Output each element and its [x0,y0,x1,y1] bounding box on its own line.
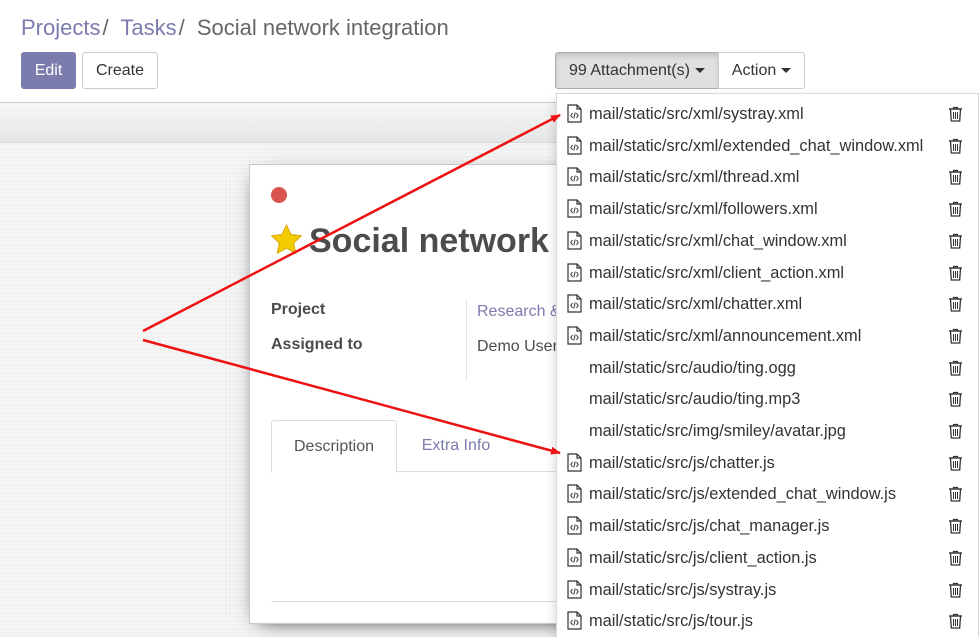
file-code-icon [567,167,582,186]
attachment-item[interactable]: mail/static/src/xml/followers.xml [557,193,978,225]
attachment-name[interactable]: mail/static/src/xml/chat_window.xml [589,230,847,252]
attachment-item[interactable]: mail/static/src/js/chatter.js [557,447,978,479]
attachment-name[interactable]: mail/static/src/audio/ting.mp3 [589,388,800,410]
file-code-icon [567,611,582,630]
breadcrumb-current: Social network integration [196,15,449,40]
trash-icon[interactable] [948,296,963,312]
action-dropdown-button[interactable]: Action [718,52,805,89]
attachment-name[interactable]: mail/static/src/audio/ting.ogg [589,357,796,379]
file-code-icon [567,516,582,535]
tab-description-label: Description [293,437,375,455]
breadcrumb-tasks-link[interactable]: Tasks [120,15,176,40]
attachment-name[interactable]: mail/static/src/xml/announcement.xml [589,325,861,347]
trash-icon[interactable] [948,265,963,281]
tab-extra-info-label: Extra Info [421,437,491,454]
attachment-item[interactable]: mail/static/src/img/smiley/avatar.jpg [557,415,978,447]
trash-icon[interactable] [948,455,963,471]
file-code-icon [567,453,582,472]
file-code-icon [567,199,582,218]
attachment-name[interactable]: mail/static/src/xml/followers.xml [589,198,818,220]
tab-extra-info[interactable]: Extra Info [401,420,511,472]
trash-icon[interactable] [948,613,963,629]
attachment-item[interactable]: mail/static/src/js/tour.js [557,605,978,637]
file-code-icon [567,326,582,345]
create-button-label: Create [95,61,145,79]
file-code-icon [567,484,582,503]
breadcrumb: Projects/ Tasks/ Social network integrat… [21,14,449,42]
trash-icon[interactable] [948,518,963,534]
attachment-item[interactable]: mail/static/src/xml/systray.xml [557,98,978,130]
trash-icon[interactable] [948,169,963,186]
attachment-name[interactable]: mail/static/src/js/systray.js [589,579,776,601]
attachments-dropdown-button[interactable]: 99 Attachment(s) [555,52,719,89]
trash-icon[interactable] [948,201,963,217]
attachment-name[interactable]: mail/static/src/js/tour.js [589,610,753,632]
file-code-icon [567,231,582,250]
trash-icon[interactable] [948,106,963,122]
file-code-icon [567,136,582,155]
trash-icon[interactable] [948,423,963,439]
file-code-icon [567,262,582,282]
attachment-item[interactable]: mail/static/src/xml/chatter.xml [557,288,978,320]
attachment-item[interactable]: mail/static/src/audio/ting.ogg [557,352,978,384]
notebook-tabs: Description Extra Info [271,420,588,473]
description-bottom-divider [271,601,588,602]
star-icon[interactable] [270,223,303,256]
project-value[interactable]: Research & [477,303,561,321]
attachment-name[interactable]: mail/static/src/js/chatter.js [589,452,775,474]
attachment-item[interactable]: mail/static/src/js/chat_manager.js [557,510,978,542]
attachments-dropdown-menu: mail/static/src/xml/systray.xml mail/stat… [556,93,979,637]
attachment-item[interactable]: mail/static/src/xml/extended_chat_window… [557,130,978,162]
attachment-name[interactable]: mail/static/src/js/client_action.js [589,547,817,569]
attachment-item[interactable]: mail/static/src/xml/client_action.xml [557,257,978,289]
file-code-icon [567,294,582,313]
field-divider [466,299,467,381]
caret-down-icon [781,68,792,73]
project-label: Project [271,301,326,318]
attachment-name[interactable]: mail/static/src/xml/client_action.xml [589,262,844,284]
edit-button-label: Edit [34,61,63,79]
trash-icon[interactable] [948,328,963,344]
attachment-name[interactable]: mail/static/src/xml/thread.xml [589,166,799,188]
action-button-label: Action [731,61,777,79]
trash-icon[interactable] [948,582,963,598]
attachment-item[interactable]: mail/static/src/audio/ting.mp3 [557,383,978,415]
file-code-icon [567,548,582,567]
assigned-to-value[interactable]: Demo User [477,338,558,356]
file-code-icon [567,104,582,123]
attachment-name[interactable]: mail/static/src/img/smiley/avatar.jpg [589,420,846,442]
trash-icon[interactable] [948,233,963,249]
attachment-item[interactable]: mail/static/src/js/client_action.js [557,542,978,574]
attachment-item[interactable]: mail/static/src/js/systray.js [557,574,978,606]
attachments-button-label: 99 Attachment(s) [569,61,690,79]
control-panel: Projects/ Tasks/ Social network integrat… [0,0,979,103]
attachment-item[interactable]: mail/static/src/xml/thread.xml [557,161,978,193]
attachment-item[interactable]: mail/static/src/xml/chat_window.xml [557,225,978,257]
attachment-name[interactable]: mail/static/src/js/extended_chat_window.… [589,483,896,505]
edit-button[interactable]: Edit [21,52,76,89]
assigned-to-label: Assigned to [271,336,363,353]
caret-down-icon [694,68,705,73]
trash-icon[interactable] [948,138,963,154]
trash-icon[interactable] [948,550,963,566]
breadcrumb-projects-link[interactable]: Projects [21,15,100,40]
attachment-name[interactable]: mail/static/src/xml/chatter.xml [589,293,802,315]
attachment-item[interactable]: mail/static/src/js/extended_chat_window.… [557,478,978,510]
tab-description[interactable]: Description [271,420,397,473]
task-title[interactable]: Social network [309,221,549,261]
breadcrumb-separator: / [178,15,185,40]
attachment-name[interactable]: mail/static/src/xml/systray.xml [589,103,804,125]
file-code-icon [567,579,582,599]
attachment-name[interactable]: mail/static/src/xml/extended_chat_window… [589,135,923,157]
attachment-item[interactable]: mail/static/src/xml/announcement.xml [557,320,978,352]
trash-icon[interactable] [948,391,963,407]
kanban-state-indicator[interactable] [271,187,287,203]
breadcrumb-separator: / [102,15,109,40]
attachment-name[interactable]: mail/static/src/js/chat_manager.js [589,515,829,537]
trash-icon[interactable] [948,486,963,503]
create-button[interactable]: Create [82,52,158,89]
trash-icon[interactable] [948,360,963,376]
form-sheet: Social network Project Assigned to Resea… [249,164,589,624]
